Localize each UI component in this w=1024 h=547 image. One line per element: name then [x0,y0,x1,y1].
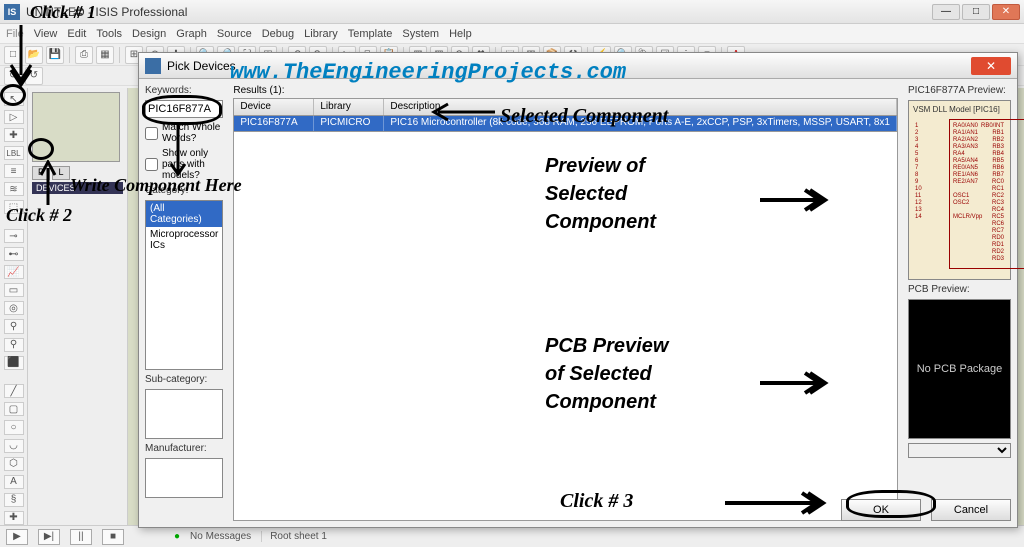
schematic-preview: VSM DLL Model [PIC16] 123456789101112131… [908,100,1011,280]
pick-devices-dialog: Pick Devices ✕ Keywords: Match Whole Wor… [138,52,1018,528]
overview-window[interactable] [32,92,120,162]
box-icon[interactable]: ▢ [4,402,24,416]
model-label: VSM DLL Model [PIC16] [913,105,1006,114]
text-icon[interactable]: A [4,475,24,489]
close-button[interactable]: ✕ [992,4,1020,20]
arrow-click1 [6,20,36,90]
ok-button[interactable]: OK [841,499,921,521]
window-title: UNTITLED - ISIS Professional [26,5,932,19]
manufacturer-list[interactable] [145,458,223,498]
pcb-preview: No PCB Package [908,299,1011,439]
junction-icon[interactable]: ✚ [4,128,24,142]
no-pcb-text: No PCB Package [917,363,1003,375]
left-toolbox: ↖ ▷ ✚ LBL ≡ ≋ ⬚ ⊸ ⊷ 📈 ▭ ◎ ⚲ ⚲ ⬛ ╱ ▢ ○ ◡ … [0,88,28,525]
window-controls: — □ ✕ [932,4,1020,20]
menu-help[interactable]: Help [449,28,472,40]
subcategory-label: Sub-category: [145,374,223,385]
probe-v-icon[interactable]: ⚲ [4,319,24,333]
cell-device: PIC16F877A [234,116,314,131]
package-select[interactable] [908,443,1011,458]
tape-icon[interactable]: ▭ [4,283,24,297]
circle-icon[interactable]: ○ [4,420,24,434]
subcircuit-icon[interactable]: ⬚ [4,200,24,214]
menu-graph[interactable]: Graph [176,28,207,40]
menu-view[interactable]: View [34,28,58,40]
subcategory-list[interactable] [145,389,223,439]
print-icon[interactable]: ⎙ [75,46,93,64]
menu-library[interactable]: Library [304,28,338,40]
dialog-icon [145,58,161,74]
menu-tools[interactable]: Tools [96,28,122,40]
results-row-selected[interactable]: PIC16F877A PICMICRO PIC16 Microcontrolle… [233,116,898,132]
menu-design[interactable]: Design [132,28,166,40]
arrow-preview [755,185,830,215]
arrow-click2 [38,160,58,210]
category-item-all[interactable]: (All Categories) [146,201,222,227]
results-header: Device Library Description [233,98,898,116]
match-whole-checkbox[interactable] [145,127,158,140]
keywords-input[interactable] [145,100,223,118]
keywords-label: Keywords: [145,85,223,96]
schematic-preview-label: PIC16F877A Preview: [908,85,1011,96]
col-library[interactable]: Library [314,99,384,115]
cell-library: PICMICRO [314,116,384,131]
dialog-titlebar: Pick Devices ✕ [139,53,1017,79]
statusbar: ▶ ▶| || ■ ● No Messages Root sheet 1 [0,525,1024,547]
line-icon[interactable]: ╱ [4,384,24,398]
probe-i-icon[interactable]: ⚲ [4,338,24,352]
menu-template[interactable]: Template [348,28,393,40]
arrow-pcb [755,368,830,398]
selection-mode-icon[interactable]: ↖ [4,92,24,106]
status-messages: No Messages [190,531,251,542]
script-icon[interactable]: ≡ [4,164,24,178]
step-button[interactable]: ▶| [38,529,60,545]
main-titlebar: IS UNTITLED - ISIS Professional — □ ✕ [0,0,1024,24]
arrow-write [168,122,188,177]
area-icon[interactable]: ▦ [96,46,114,64]
save-icon[interactable]: 💾 [46,46,64,64]
stop-button[interactable]: ■ [102,529,124,545]
menu-debug[interactable]: Debug [262,28,294,40]
minimize-button[interactable]: — [932,4,960,20]
pcb-preview-label: PCB Preview: [908,284,1011,295]
status-sheet: Root sheet 1 [261,531,327,542]
cancel-button[interactable]: Cancel [931,499,1011,521]
play-button[interactable]: ▶ [6,529,28,545]
dialog-title: Pick Devices [167,59,971,73]
menu-source[interactable]: Source [217,28,252,40]
menu-system[interactable]: System [402,28,439,40]
arrow-selected [430,100,500,125]
dialog-results-panel: Results (1): Device Library Description … [229,79,902,527]
results-label: Results (1): [233,85,898,96]
menu-edit[interactable]: Edit [67,28,86,40]
component-mode-icon[interactable]: ▷ [4,110,24,124]
category-item-micro[interactable]: Microprocessor ICs [146,227,222,253]
bus-icon[interactable]: ≋ [4,182,24,196]
app-icon: IS [4,4,20,20]
graph-icon[interactable]: 📈 [4,265,24,279]
maximize-button[interactable]: □ [962,4,990,20]
col-device[interactable]: Device [234,99,314,115]
dialog-preview-panel: PIC16F877A Preview: VSM DLL Model [PIC16… [902,79,1017,527]
marker-icon[interactable]: ✚ [4,511,24,525]
path-icon[interactable]: ⬡ [4,457,24,471]
manufacturer-label: Manufacturer: [145,443,223,454]
pause-button[interactable]: || [70,529,92,545]
instrument-icon[interactable]: ⬛ [4,356,24,370]
pin-icon[interactable]: ⊷ [4,247,24,261]
arc-icon[interactable]: ◡ [4,439,24,453]
generator-icon[interactable]: ◎ [4,301,24,315]
category-list[interactable]: (All Categories) Microprocessor ICs [145,200,223,370]
terminal-icon[interactable]: ⊸ [4,229,24,243]
dialog-close-button[interactable]: ✕ [971,57,1011,75]
show-only-checkbox[interactable] [145,158,158,171]
menubar: File View Edit Tools Design Graph Source… [0,24,1024,44]
object-selector: P L DEVICES [28,88,128,525]
label-icon[interactable]: LBL [4,146,24,160]
symbol-icon[interactable]: § [4,493,24,507]
category-label: Category: [145,185,223,196]
arrow-click3 [720,488,830,518]
